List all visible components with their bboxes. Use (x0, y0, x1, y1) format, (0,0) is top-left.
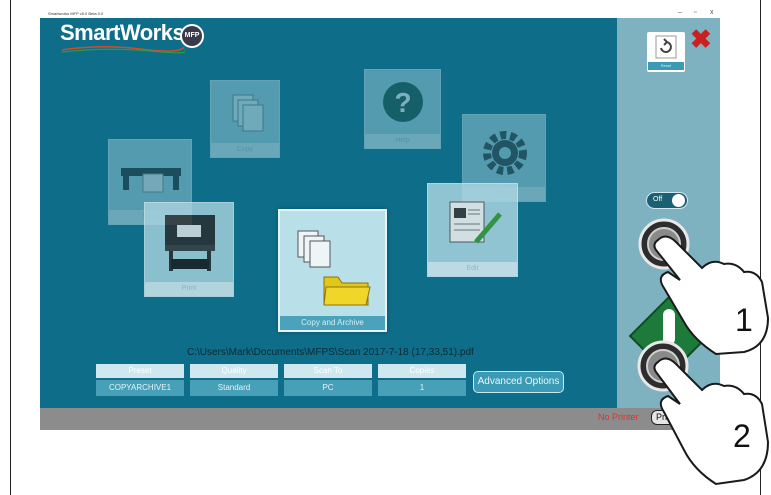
copies-value[interactable]: 1 (378, 380, 466, 396)
screenshot: Smartworks MFP v5.0 Beta 0.0 – ▫ x Smart… (0, 0, 771, 495)
print-tile[interactable]: Print (144, 202, 234, 297)
no-printer-status: No Printer (598, 412, 639, 422)
gear-icon (483, 131, 527, 175)
help-tile-label: Help (365, 134, 440, 148)
documents-icon (232, 94, 264, 132)
quality-value[interactable]: Standard (190, 380, 278, 396)
copies-label: Copies (378, 364, 466, 378)
copy-archive-icon (297, 230, 371, 306)
copy-and-archive-label: Copy and Archive (280, 316, 385, 330)
minimize-button[interactable]: – (678, 9, 682, 16)
edit-tile[interactable]: Edit (427, 183, 518, 277)
toggle-knob (672, 194, 685, 207)
quality-label: Quality (190, 364, 278, 378)
file-path-text: C:\Users\Mark\Documents\MFPS\Scan 2017-7… (187, 347, 474, 358)
svg-text:?: ? (394, 87, 411, 118)
reset-label: Reset (648, 62, 684, 70)
window-close-button[interactable]: x (710, 9, 714, 16)
document-edit-icon (449, 201, 502, 244)
help-question-icon: ? (383, 82, 423, 122)
preset-label: Preset (96, 364, 184, 378)
scan-to-field[interactable]: Scan To PC (284, 364, 372, 396)
quality-field[interactable]: Quality Standard (190, 364, 278, 396)
advanced-options-button[interactable]: Advanced Options (473, 371, 564, 393)
window-title: Smartworks MFP v5.0 Beta 0.0 (48, 11, 104, 16)
help-tile[interactable]: ? Help (364, 69, 441, 149)
reset-icon (655, 35, 677, 59)
mfp-badge-text: MFP (182, 26, 202, 46)
edit-tile-label: Edit (428, 262, 517, 276)
hand-pointer-icon-2 (653, 357, 770, 486)
callout-number-2: 2 (733, 418, 751, 454)
copy-tile[interactable]: Copy (210, 80, 280, 158)
scan-to-label: Scan To (284, 364, 372, 378)
copy-and-archive-tile[interactable]: Copy and Archive (278, 209, 387, 332)
copies-field[interactable]: Copies 1 (378, 364, 466, 396)
app-logo: SmartWorks (60, 20, 185, 45)
close-icon[interactable]: ✖ (690, 26, 712, 52)
maximize-button[interactable]: ▫ (694, 9, 696, 16)
copy-tile-label: Copy (211, 143, 279, 157)
callout-number-1: 1 (735, 302, 753, 338)
large-format-printer-icon (165, 215, 215, 271)
scan-to-value[interactable]: PC (284, 380, 372, 396)
preview-toggle[interactable]: Off (646, 192, 688, 209)
preset-value[interactable]: COPYARCHIVE1 (96, 380, 184, 396)
logo-swoosh-icon (61, 45, 185, 54)
toggle-state-text: Off (653, 196, 663, 203)
frame-border-left (10, 0, 11, 495)
preset-field[interactable]: Preset COPYARCHIVE1 (96, 364, 184, 396)
print-tile-label: Print (145, 282, 233, 296)
